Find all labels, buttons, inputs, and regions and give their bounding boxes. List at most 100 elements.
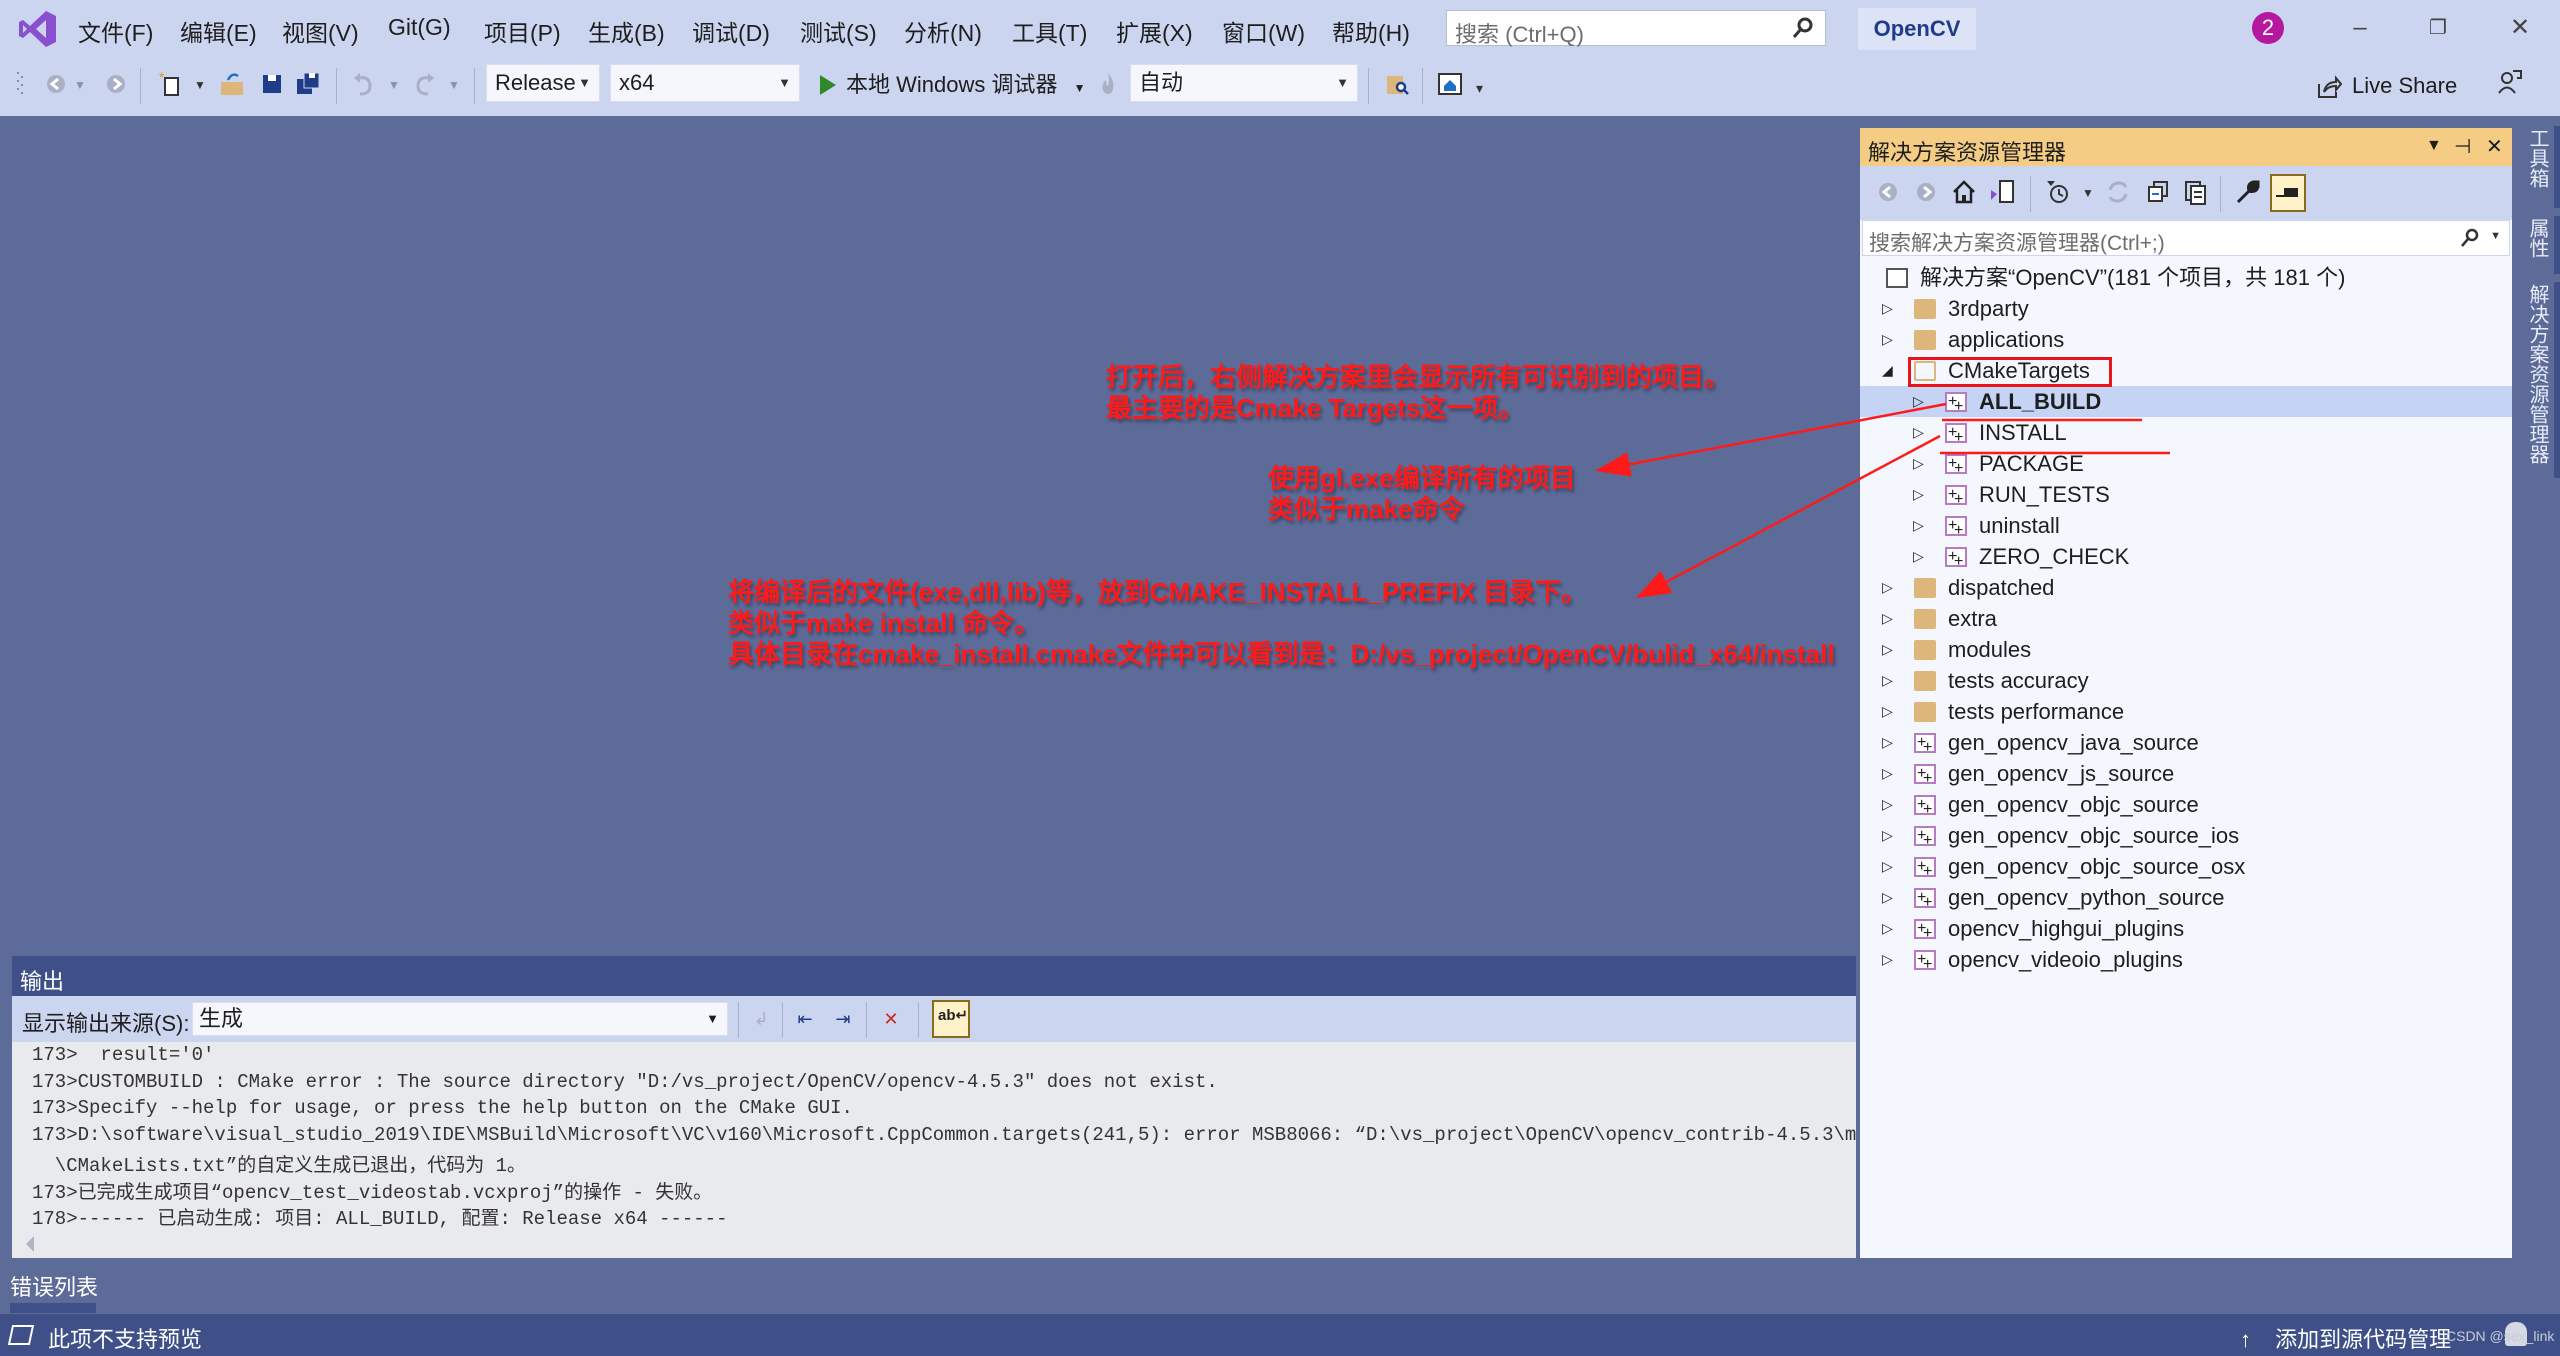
clear-all-icon[interactable]: ✕ [878,1006,904,1032]
tree-project-item[interactable]: ▷ gen_opencv_js_source [1860,758,2512,794]
menu-item[interactable]: 编辑(E) [180,14,257,48]
menu-item[interactable]: 文件(F) [78,14,153,48]
toolbar-overflow-icon[interactable]: ▾ [1476,80,1504,108]
configuration-dropdown[interactable]: Release ▼ [486,64,600,102]
expand-arrow-icon[interactable]: ▷ [1913,479,1927,510]
hot-reload-icon[interactable] [1094,70,1122,98]
preview-selected-items-button[interactable] [2270,174,2306,212]
feedback-person-icon[interactable] [2496,68,2524,96]
expand-arrow-icon[interactable]: ▷ [1882,293,1896,324]
tree-folder-item[interactable]: ▷ tests performance [1860,696,2512,727]
menu-item[interactable]: 调试(D) [692,14,770,48]
tree-folder-item[interactable]: ▷ modules [1860,634,2512,665]
expand-arrow-icon[interactable]: ▷ [1913,417,1927,448]
start-debugging-button[interactable]: 本地 Windows 调试器 ▼ [818,68,1086,102]
expand-arrow-icon[interactable]: ▷ [1882,789,1896,820]
scroll-left-icon[interactable] [26,1236,34,1252]
expand-arrow-icon[interactable]: ▷ [1913,541,1927,572]
toolbar-grip-icon[interactable] [16,70,24,98]
menu-item[interactable]: 项目(P) [484,14,561,48]
redo-dropdown-icon[interactable]: ▼ [448,78,476,106]
live-share-button[interactable]: Live Share [2316,70,2457,102]
expand-arrow-icon[interactable]: ▷ [1882,944,1896,975]
tree-folder-item[interactable]: ▷ 3rdparty [1860,293,2512,324]
platform-dropdown[interactable]: x64 ▼ [610,64,800,102]
navigate-back-icon[interactable] [42,70,70,98]
forward-icon[interactable] [1912,178,1940,206]
minimize-button[interactable]: – [2340,10,2380,46]
tree-project-item[interactable]: ▷ opencv_highgui_plugins [1860,913,2512,949]
close-window-button[interactable]: ✕ [2500,10,2540,46]
sync-icon[interactable] [2104,178,2132,206]
back-dropdown-icon[interactable]: ▼ [74,78,102,106]
tree-project-item[interactable]: ▷ uninstall [1860,510,2512,546]
startup-mode-dropdown[interactable]: 自动 ▼ [1130,64,1358,102]
show-all-files-icon[interactable] [2182,178,2210,206]
collapse-all-icon[interactable] [2144,178,2172,206]
solution-name-badge[interactable]: OpenCV [1858,8,1976,50]
tree-project-item[interactable]: ▷ gen_opencv_objc_source_ios [1860,820,2512,856]
tree-folder-item[interactable]: ▷ dispatched [1860,572,2512,603]
expand-arrow-icon[interactable]: ▷ [1882,758,1896,789]
tree-project-item[interactable]: ▷ PACKAGE [1860,448,2512,484]
expand-arrow-icon[interactable]: ▷ [1882,851,1896,882]
properties-wrench-icon[interactable] [2234,178,2262,206]
tree-project-item[interactable]: ▷ gen_opencv_objc_source_osx [1860,851,2512,887]
tree-project-item[interactable]: ▷ ZERO_CHECK [1860,541,2512,577]
search-options-dropdown-icon[interactable]: ▼ [2490,230,2501,242]
output-text-area[interactable]: 173> result='0' 173>CUSTOMBUILD : CMake e… [12,1042,1856,1242]
restore-button[interactable]: ❐ [2418,10,2458,46]
navigate-forward-icon[interactable] [102,70,130,98]
tree-project-item[interactable]: ▷ gen_opencv_java_source [1860,727,2512,763]
add-to-source-control-button[interactable]: ↑ 添加到源代码管理 [2240,1322,2451,1354]
run-dropdown-icon[interactable]: ▼ [1074,81,1086,95]
expand-arrow-icon[interactable]: ▷ [1913,448,1927,479]
expand-arrow-icon[interactable]: ▷ [1882,913,1896,944]
tree-folder-item[interactable]: ▷ applications [1860,324,2512,355]
solution-root-node[interactable]: 解决方案“OpenCV”(181 个项目，共 181 个) [1860,262,2512,293]
expand-arrow-icon[interactable]: ▷ [1882,820,1896,851]
back-icon[interactable] [1874,178,1902,206]
home-icon[interactable] [1950,178,1978,206]
menu-item[interactable]: 工具(T) [1012,14,1087,48]
toolbox-tab[interactable]: 工具箱 [2522,128,2552,188]
close-panel-icon[interactable]: ✕ [2486,134,2503,159]
save-icon[interactable] [258,70,286,98]
save-all-icon[interactable] [294,70,322,98]
expand-arrow-icon[interactable]: ▷ [1882,572,1896,603]
tree-project-item[interactable]: ▷ gen_opencv_python_source [1860,882,2512,918]
menu-item[interactable]: 视图(V) [282,14,359,48]
menu-item[interactable]: Git(G) [388,14,451,41]
error-list-tab[interactable]: 错误列表 [10,1270,98,1302]
properties-tab[interactable]: 属性 [2522,218,2552,258]
solution-explorer-tab[interactable]: 解决方案资源管理器 [2522,284,2552,464]
menu-item[interactable]: 生成(B) [588,14,665,48]
tree-folder-item[interactable]: ▷ extra [1860,603,2512,634]
tree-project-item[interactable]: ▷ INSTALL [1860,417,2512,453]
open-file-icon[interactable] [218,70,246,98]
expand-arrow-icon[interactable]: ▷ [1882,696,1896,727]
solution-explorer-search-input[interactable]: 搜索解决方案资源管理器(Ctrl+;) ▼ [1862,220,2510,256]
global-search-input[interactable]: 搜索 (Ctrl+Q) [1446,10,1826,47]
pin-icon[interactable]: ⊣ [2454,134,2471,159]
next-message-icon[interactable]: ⇥ [830,1006,856,1032]
expand-arrow-icon[interactable]: ▷ [1882,634,1896,665]
solution-home-icon[interactable] [1436,70,1464,98]
tree-project-item[interactable]: ▷ RUN_TESTS [1860,479,2512,515]
find-in-files-icon[interactable] [1384,70,1412,98]
expand-arrow-icon[interactable]: ▷ [1882,882,1896,913]
expand-arrow-icon[interactable]: ▷ [1882,324,1896,355]
tree-project-item[interactable]: ▷ gen_opencv_objc_source [1860,789,2512,825]
menu-item[interactable]: 测试(S) [800,14,877,48]
tree-project-item[interactable]: ▷ opencv_videoio_plugins [1860,944,2512,980]
expand-arrow-icon[interactable]: ▷ [1913,510,1927,541]
menu-item[interactable]: 分析(N) [904,14,982,48]
expand-arrow-icon[interactable]: ▷ [1882,727,1896,758]
menu-item[interactable]: 帮助(H) [1332,14,1410,48]
notification-badge[interactable]: 2 [2252,12,2284,44]
window-position-dropdown-icon[interactable]: ▼ [2426,137,2442,155]
redo-icon[interactable] [410,70,438,98]
pending-changes-filter-icon[interactable] [2044,178,2072,206]
expand-arrow-icon[interactable]: ▷ [1913,386,1927,417]
menu-item[interactable]: 窗口(W) [1222,14,1305,48]
